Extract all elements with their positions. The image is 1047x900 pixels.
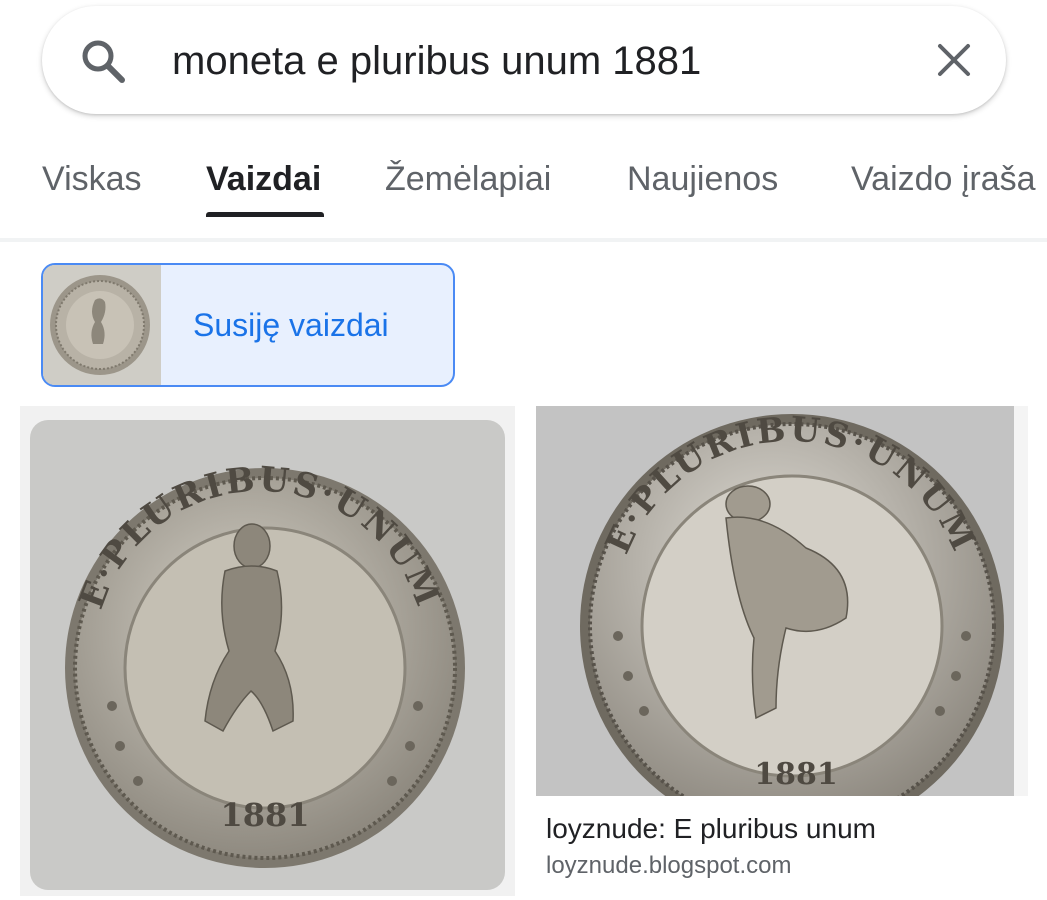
tab-vaizdai[interactable]: Vaizdai: [206, 160, 321, 199]
search-icon: [82, 40, 125, 83]
search-bar[interactable]: moneta e pluribus unum 1881: [42, 6, 1006, 114]
coin-image: E·PLURIBUS·UNUM 1881: [536, 406, 1028, 796]
close-icon[interactable]: [936, 42, 972, 78]
result-source: loyznude.blogspot.com: [546, 852, 792, 879]
tab-naujienos[interactable]: Naujienos: [627, 160, 778, 199]
result-title[interactable]: loyznude: E pluribus unum: [546, 813, 876, 845]
coin-year: 1881: [220, 796, 309, 834]
image-result-1[interactable]: E·PLURIBUS·UNUM 1881: [20, 406, 515, 896]
coin-image: E·PLURIBUS·UNUM 1881: [20, 406, 515, 896]
coin-year: 1881: [754, 757, 838, 792]
tab-vaizdo-irasai[interactable]: Vaizdo įraša: [851, 160, 1036, 199]
related-thumbnail: [43, 265, 161, 385]
search-tabs: Viskas Vaizdai Žemėlapiai Naujienos Vaiz…: [0, 130, 1047, 236]
related-images-chip[interactable]: Susiję vaizdai: [41, 263, 455, 387]
image-result-2[interactable]: E·PLURIBUS·UNUM 1881: [536, 406, 1028, 796]
active-tab-indicator: [206, 212, 324, 217]
tab-viskas[interactable]: Viskas: [42, 160, 142, 199]
related-images-label: Susiję vaizdai: [193, 307, 389, 343]
search-input[interactable]: moneta e pluribus unum 1881: [172, 39, 701, 84]
tab-zemelapiai[interactable]: Žemėlapiai: [385, 160, 551, 199]
divider: [0, 238, 1047, 242]
